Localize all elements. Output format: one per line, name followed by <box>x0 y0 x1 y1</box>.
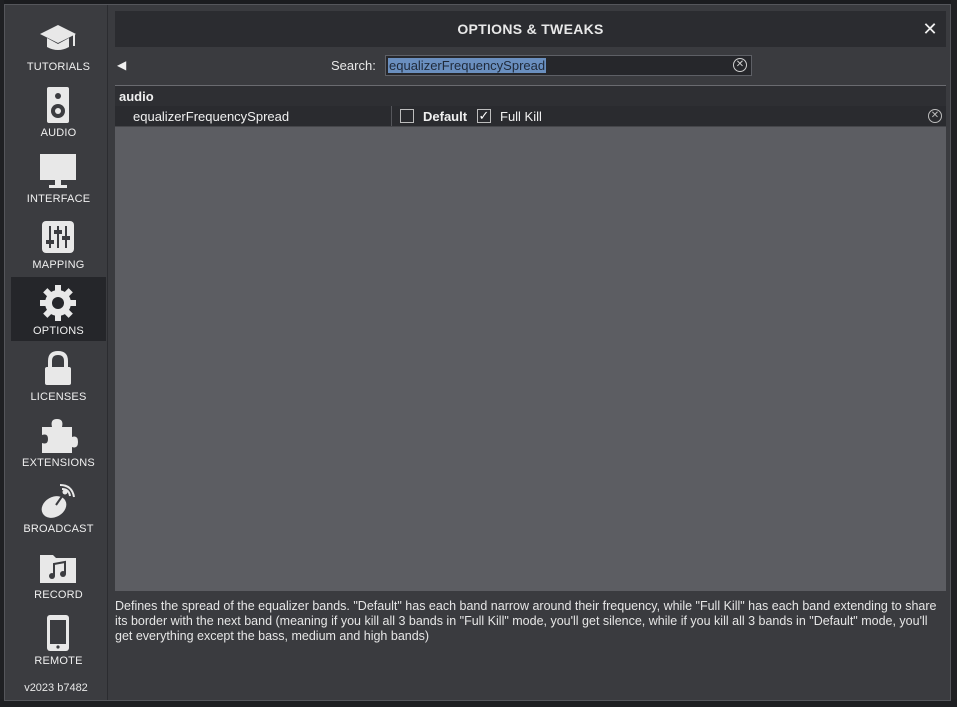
sidebar-item-tutorials[interactable]: TUTORIALS <box>11 13 106 77</box>
sidebar-item-label: REMOTE <box>34 655 83 667</box>
background-app-strip-right <box>951 0 957 707</box>
sidebar-item-label: BROADCAST <box>23 523 94 535</box>
lock-icon <box>38 349 78 389</box>
option-description: Defines the spread of the equalizer band… <box>115 599 937 643</box>
sidebar-item-label: EXTENSIONS <box>22 457 95 469</box>
dialog-title: OPTIONS & TWEAKS <box>457 21 604 37</box>
back-arrow-icon: ◀ <box>117 58 127 72</box>
search-input-value: equalizerFrequencySpread <box>388 58 547 73</box>
search-label: Search: <box>331 58 376 73</box>
sidebar-item-audio[interactable]: AUDIO <box>11 79 106 143</box>
sidebar-item-label: OPTIONS <box>33 325 84 337</box>
sliders-icon <box>38 217 78 257</box>
close-button[interactable]: ✕ <box>920 19 940 39</box>
sidebar-item-label: AUDIO <box>40 127 77 139</box>
sidebar-item-remote[interactable]: REMOTE <box>11 607 106 671</box>
sidebar-item-record[interactable]: RECORD <box>11 541 106 605</box>
sidebar-item-broadcast[interactable]: BROADCAST <box>11 475 106 539</box>
search-input[interactable]: equalizerFrequencySpread ✕ <box>385 55 752 76</box>
dialog-title-bar: OPTIONS & TWEAKS ✕ <box>115 11 946 47</box>
version-label: v2023 b7482 <box>24 682 88 694</box>
phone-icon <box>38 613 78 653</box>
satellite-dish-icon <box>38 481 78 521</box>
sidebar-item-mapping[interactable]: MAPPING <box>11 211 106 275</box>
checkmark-icon: ✓ <box>478 108 490 123</box>
speaker-icon <box>38 85 78 125</box>
sidebar: TUTORIALS AUDIO INTERFACE MAPPING OPTION… <box>5 5 108 700</box>
sidebar-item-label: RECORD <box>34 589 83 601</box>
sidebar-item-label: LICENSES <box>30 391 87 403</box>
sidebar-item-label: INTERFACE <box>26 193 91 205</box>
column-divider <box>391 106 392 126</box>
options-list: audio equalizerFrequencySpread Default ✓… <box>115 85 946 591</box>
clear-search-button[interactable]: ✕ <box>733 58 747 72</box>
sidebar-item-licenses[interactable]: LICENSES <box>11 343 106 407</box>
option-group-header: audio <box>115 85 946 106</box>
sidebar-item-label: MAPPING <box>32 259 85 271</box>
graduation-cap-icon <box>38 19 78 59</box>
default-checkbox-label: Default <box>423 109 468 124</box>
full-kill-checkbox-label: Full Kill <box>500 109 542 124</box>
option-group-label: audio <box>119 89 154 104</box>
options-dialog: TUTORIALS AUDIO INTERFACE MAPPING OPTION… <box>4 4 951 701</box>
sidebar-item-interface[interactable]: INTERFACE <box>11 145 106 209</box>
default-checkbox[interactable] <box>400 109 414 123</box>
monitor-icon <box>38 151 78 191</box>
music-folder-icon <box>38 547 78 587</box>
sidebar-item-options[interactable]: OPTIONS <box>11 277 106 341</box>
reset-option-button[interactable]: ✕ <box>928 109 942 123</box>
option-name: equalizerFrequencySpread <box>133 109 290 124</box>
sidebar-item-extensions[interactable]: EXTENSIONS <box>11 409 106 473</box>
back-button[interactable]: ◀ <box>117 58 129 72</box>
sidebar-item-label: TUTORIALS <box>26 61 91 73</box>
puzzle-icon <box>38 415 78 455</box>
close-icon: ✕ <box>922 19 938 39</box>
gear-icon <box>38 283 78 323</box>
option-row[interactable]: equalizerFrequencySpread Default ✓ Full … <box>115 106 946 127</box>
full-kill-checkbox[interactable]: ✓ <box>477 109 491 123</box>
